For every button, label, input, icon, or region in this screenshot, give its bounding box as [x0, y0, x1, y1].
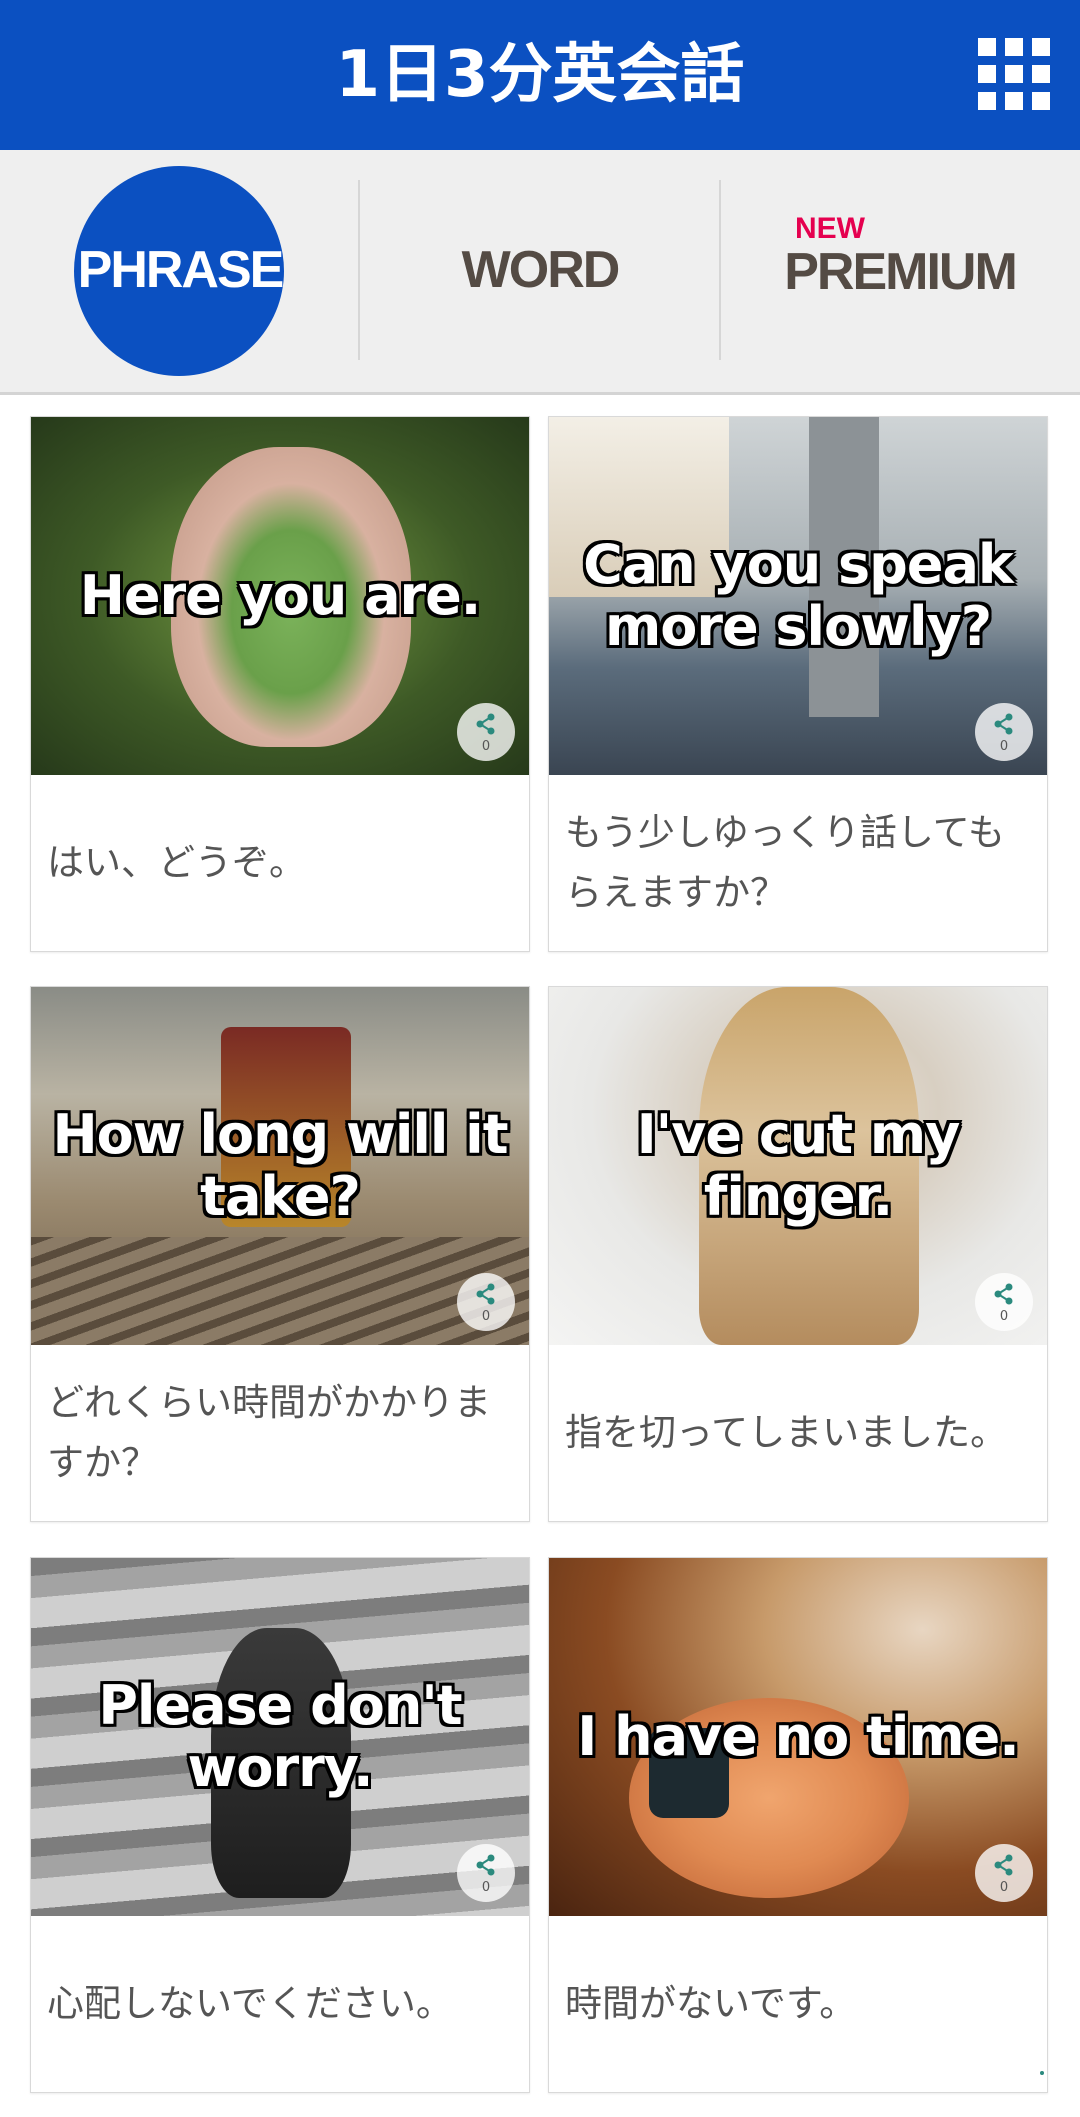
share-icon — [476, 1283, 495, 1305]
phrase-card[interactable]: Here you are. 0 はい、どうぞ。 — [30, 416, 530, 952]
tab-word-label: WORD — [461, 241, 621, 299]
share-button[interactable]: 0 — [457, 703, 515, 761]
phrase-translation: はい、どうぞ。 — [47, 841, 306, 884]
app-header: 1日3分英会話 — [0, 0, 1080, 150]
grid-menu-icon[interactable] — [978, 38, 1050, 110]
share-icon — [476, 1854, 495, 1876]
category-tabs: PHRASE WORD PREMIUM — [0, 150, 1080, 395]
phrase-translation: 指を切ってしまいました。 — [565, 1411, 1008, 1454]
phrase-caption: Please don't worry. — [98, 1674, 462, 1799]
phrase-card[interactable]: Please don't worry. 0 心配しないでください。 — [30, 1557, 530, 2093]
share-icon — [994, 1283, 1013, 1305]
share-count: 0 — [999, 1880, 1009, 1895]
app-title: 1日3分英会話 — [335, 38, 745, 112]
share-count: 0 — [999, 1309, 1009, 1324]
phrase-image[interactable]: Please don't worry. 0 — [31, 1558, 529, 1916]
tab-word[interactable]: WORD — [360, 150, 720, 392]
share-button[interactable]: 0 — [975, 1844, 1033, 1902]
phrase-caption: Can you speak more slowly? — [583, 533, 1014, 658]
phrase-card[interactable]: Can you speak more slowly? 0 もう少しゆっくり話して… — [548, 416, 1048, 952]
phrase-caption: Here you are. — [79, 564, 482, 627]
phrase-translation: どれくらい時間がかかりますか？ — [47, 1381, 491, 1484]
rail-tracks — [31, 1237, 529, 1345]
scroll-indicator — [1040, 2071, 1044, 2075]
phrase-card[interactable]: How long will it take? 0 どれくらい時間がかかりますか？ — [30, 986, 530, 1522]
tab-premium[interactable]: PREMIUM — [720, 150, 1080, 392]
share-button[interactable]: 0 — [975, 703, 1033, 761]
tab-phrase-label: PHRASE — [77, 241, 285, 299]
share-icon — [476, 713, 495, 735]
phrase-caption: I've cut my finger. — [636, 1103, 961, 1228]
share-button[interactable]: 0 — [457, 1844, 515, 1902]
share-count: 0 — [481, 1309, 491, 1324]
share-icon — [994, 1854, 1013, 1876]
share-count: 0 — [481, 1880, 491, 1895]
phrase-caption: How long will it take? — [52, 1103, 508, 1228]
phrase-caption: I have no time. — [577, 1705, 1019, 1768]
share-icon — [994, 713, 1013, 735]
phrase-translation: 心配しないでください。 — [47, 1982, 453, 2025]
phrase-image[interactable]: I've cut my finger. 0 — [549, 987, 1047, 1345]
share-count: 0 — [481, 739, 491, 754]
share-button[interactable]: 0 — [975, 1273, 1033, 1331]
new-badge: NEW — [795, 212, 865, 245]
share-button[interactable]: 0 — [457, 1273, 515, 1331]
tab-premium-label: PREMIUM — [784, 243, 1018, 301]
phrase-image[interactable]: I have no time. 0 — [549, 1558, 1047, 1916]
phrase-card[interactable]: I have no time. 0 時間がないです。 — [548, 1557, 1048, 2093]
share-count: 0 — [999, 739, 1009, 754]
tab-phrase[interactable]: PHRASE — [0, 150, 360, 392]
phrase-card[interactable]: I've cut my finger. 0 指を切ってしまいました。 — [548, 986, 1048, 1522]
phrase-translation: 時間がないです。 — [565, 1982, 857, 2025]
phrase-image[interactable]: Here you are. 0 — [31, 417, 529, 775]
phrase-image[interactable]: How long will it take? 0 — [31, 987, 529, 1345]
phrase-translation: もう少しゆっくり話してもらえますか？ — [565, 811, 1005, 914]
phrase-image[interactable]: Can you speak more slowly? 0 — [549, 417, 1047, 775]
